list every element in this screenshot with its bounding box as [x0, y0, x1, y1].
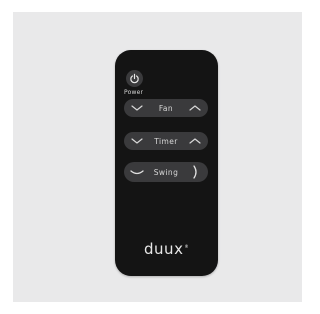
remote-control: Power Fan Timer Swing duux® [115, 50, 218, 276]
power-icon [130, 73, 139, 84]
fan-down-button[interactable] [127, 99, 147, 117]
fan-up-button[interactable] [185, 99, 205, 117]
timer-label: Timer [154, 136, 178, 146]
timer-control: Timer [124, 132, 208, 150]
fan-control: Fan [124, 99, 208, 117]
chevron-down-icon [131, 138, 143, 144]
power-label: Power [124, 89, 144, 96]
arc-icon [193, 165, 197, 179]
fan-label: Fan [158, 103, 174, 113]
swing-label: Swing [153, 167, 179, 177]
swing-vertical-button[interactable] [185, 162, 205, 182]
power-button[interactable] [126, 70, 143, 87]
swing-control: Swing [124, 162, 208, 182]
timer-up-button[interactable] [185, 132, 205, 150]
brand-name: duux [144, 240, 184, 258]
timer-down-button[interactable] [127, 132, 147, 150]
brand-logo: duux® [115, 240, 218, 258]
chevron-down-icon [131, 105, 143, 111]
chevron-up-icon [189, 105, 201, 111]
chevron-up-icon [189, 138, 201, 144]
swing-horizontal-button[interactable] [127, 162, 147, 182]
brand-registered-mark: ® [184, 244, 189, 249]
curve-icon [130, 170, 144, 175]
